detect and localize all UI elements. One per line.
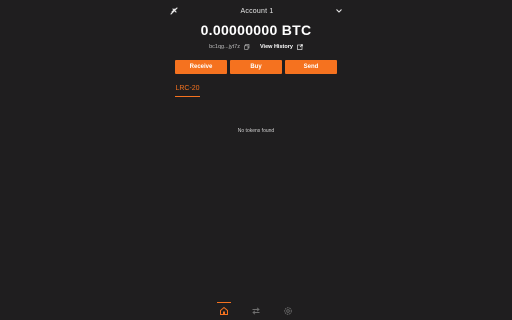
empty-state-message: No tokens found: [237, 128, 275, 134]
swap-arrows-icon[interactable]: [249, 304, 263, 318]
settings-gear-icon[interactable]: [281, 304, 295, 318]
bottom-nav: [0, 302, 512, 318]
active-tab-indicator: [175, 96, 200, 97]
send-button[interactable]: Send: [285, 60, 337, 74]
wallet-address: bc1qg...jyt7z: [209, 44, 240, 50]
action-buttons: Receive Buy Send: [175, 60, 337, 74]
tab-lrc20[interactable]: LRC-20: [175, 85, 200, 92]
address-row: bc1qg...jyt7z View History: [0, 44, 512, 50]
chevron-down-icon[interactable]: [334, 6, 344, 16]
receive-button[interactable]: Receive: [175, 60, 227, 74]
account-selector-label[interactable]: Account 1: [241, 8, 274, 15]
header: Account 1: [168, 4, 344, 18]
external-link-icon[interactable]: [297, 44, 303, 50]
app-logo-icon: [168, 5, 180, 17]
copy-icon[interactable]: [244, 44, 250, 50]
view-history-link[interactable]: View History: [260, 44, 293, 50]
btc-balance: 0.00000000 BTC: [200, 22, 312, 38]
home-icon[interactable]: [217, 302, 231, 318]
buy-button[interactable]: Buy: [230, 60, 282, 74]
